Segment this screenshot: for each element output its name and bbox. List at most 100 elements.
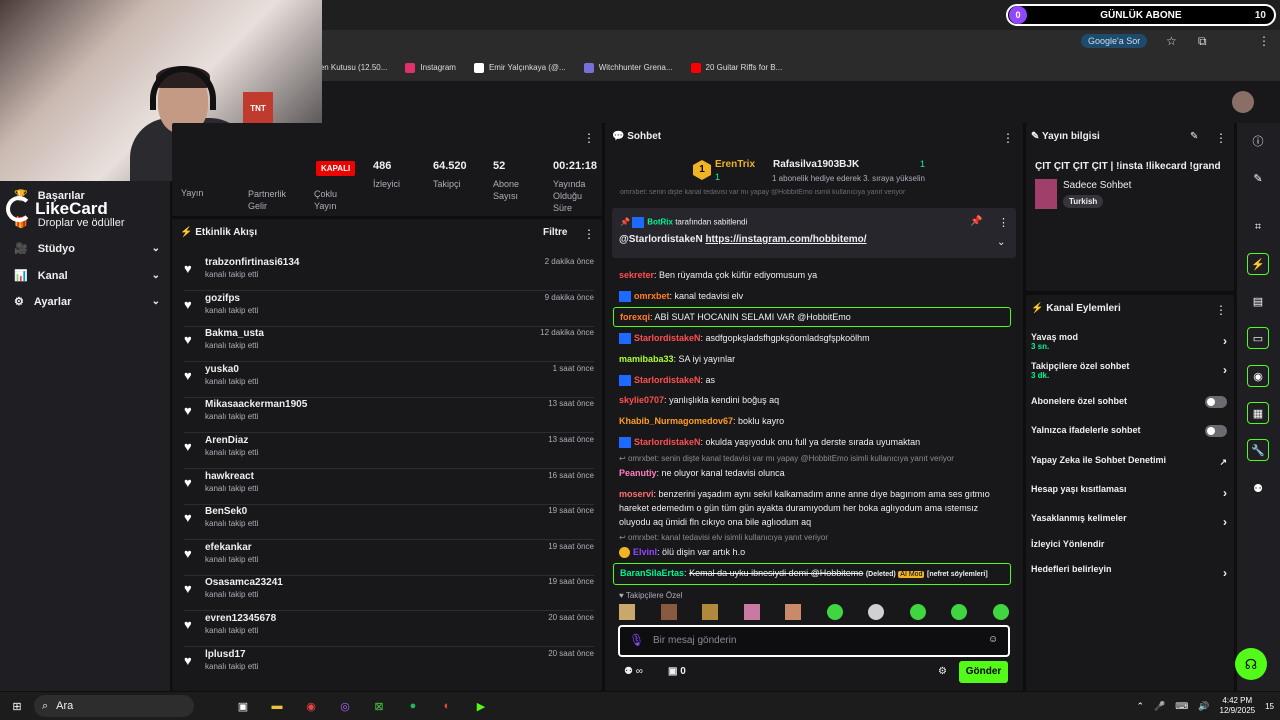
action-account-age[interactable]: Hesap yaşı kısıtlaması › xyxy=(1031,484,1227,500)
menu-icon[interactable]: ⋮ xyxy=(1258,34,1270,48)
activity-item[interactable]: ♥ evren12345678 kanalı takip etti 20 saa… xyxy=(184,613,594,647)
points-icon[interactable]: ⚉ ∞ xyxy=(624,666,643,677)
chat-username[interactable]: sekreter xyxy=(619,270,654,280)
wrench-icon[interactable]: 🔧 xyxy=(1247,439,1269,461)
nav-studio[interactable]: 🎥 Stüdyo ⌄ xyxy=(14,242,160,256)
app-icon[interactable]: ⊠ xyxy=(368,697,390,715)
chat-username[interactable]: skylie0707 xyxy=(619,395,664,405)
bookmark-witchhunter[interactable]: Witchhunter Grena... xyxy=(583,62,673,73)
doc-icon[interactable]: ▤ xyxy=(1247,290,1269,312)
emote-icon[interactable] xyxy=(660,604,677,620)
network-icon[interactable]: ⌨ xyxy=(1175,701,1188,712)
app-icon[interactable]: ◐ xyxy=(436,697,458,715)
pinned-link[interactable]: https://instagram.com/hobbitemo/ xyxy=(705,234,866,245)
action-subs-only[interactable]: Abonelere özel sohbet xyxy=(1031,396,1227,408)
emote-icon[interactable] xyxy=(826,604,843,620)
chat-username[interactable]: forexqi xyxy=(620,312,650,322)
file-explorer-icon[interactable]: ▬ xyxy=(266,697,288,715)
nav-settings[interactable]: ⚙ Ayarlar ⌄ xyxy=(14,295,160,309)
info-menu-icon[interactable]: ⋮ xyxy=(1215,131,1227,145)
people-icon[interactable]: ⚉ xyxy=(1247,477,1269,499)
pencil-icon[interactable]: ✎ xyxy=(1247,167,1269,189)
chat-username[interactable]: Khabib_Nurmagomedov67 xyxy=(619,416,733,426)
chat-username[interactable]: mamibaba33 xyxy=(619,354,674,364)
notification-count[interactable]: 15 xyxy=(1265,702,1274,711)
action-ai-moderation[interactable]: Yapay Zeka ile Sohbet Denetimi ↗ xyxy=(1031,455,1227,467)
pin-icon[interactable]: 📌 xyxy=(970,216,982,227)
bookmark-x[interactable]: Emir Yalçınkaya (@... xyxy=(473,62,566,73)
emote-icon[interactable] xyxy=(909,604,926,620)
activity-user[interactable]: trabzonfirtinasi6134 xyxy=(205,257,299,268)
actions-menu-icon[interactable]: ⋮ xyxy=(1215,303,1227,317)
emote-icon[interactable] xyxy=(743,604,760,620)
activity-item[interactable]: ♥ lplusd17 kanalı takip etti 20 saat önc… xyxy=(184,649,594,679)
action-raid[interactable]: İzleyici Yönlendir xyxy=(1031,539,1227,549)
gifter-name[interactable]: Rafasilva1903BJK xyxy=(773,159,859,170)
activity-item[interactable]: ♥ Osasamca23241 kanalı takip etti 19 saa… xyxy=(184,577,594,612)
emoji-icon[interactable]: ☺ xyxy=(988,634,998,645)
chat-username[interactable]: Peanutiy xyxy=(619,468,657,478)
chat-menu-icon[interactable]: ⋮ xyxy=(1002,131,1014,145)
windows-start-icon[interactable]: ⊞ xyxy=(6,697,28,715)
star-icon[interactable]: ☆ xyxy=(1166,34,1177,48)
support-button[interactable]: ☊ xyxy=(1235,648,1267,680)
action-goals[interactable]: Hedefleri belirleyin › xyxy=(1031,564,1227,580)
activity-item[interactable]: ♥ ArenDiaz kanalı takip etti 13 saat önc… xyxy=(184,435,594,469)
action-followers-only[interactable]: Takipçilere özel sohbet 3 dk. › xyxy=(1031,361,1227,380)
activity-user[interactable]: Bakma_usta xyxy=(205,328,264,339)
activity-user[interactable]: lplusd17 xyxy=(205,649,246,660)
bookmark-instagram[interactable]: Instagram xyxy=(405,62,456,73)
extensions-icon[interactable]: ⧉ xyxy=(1198,34,1207,49)
activity-item[interactable]: ♥ trabzonfirtinasi6134 kanalı takip etti… xyxy=(184,257,594,291)
chat-username[interactable]: StarlordistakeN xyxy=(634,333,701,343)
emote-icon[interactable] xyxy=(785,604,802,620)
chat-username[interactable]: BaranSilaErtas xyxy=(620,568,684,578)
action-emote-only[interactable]: Yalnızca ifadelerle sohbet xyxy=(1031,425,1227,437)
emote-icon[interactable] xyxy=(868,604,885,620)
activity-user[interactable]: gozifps xyxy=(205,293,240,304)
google-ask-button[interactable]: Google'a Sor xyxy=(1081,34,1148,48)
activity-user[interactable]: Osasamca23241 xyxy=(205,577,283,588)
activity-item[interactable]: ♥ gozifps kanalı takip etti 9 dakika önc… xyxy=(184,293,594,327)
chevron-down-icon[interactable]: ⌄ xyxy=(997,237,1005,248)
activity-menu-icon[interactable]: ⋮ xyxy=(583,227,595,241)
kick-icon[interactable]: ▶ xyxy=(470,697,492,715)
emote-icon[interactable] xyxy=(702,604,719,620)
bookmark-1[interactable]: len Kutusu (12.50... xyxy=(318,63,387,72)
activity-user[interactable]: efekankar xyxy=(205,542,252,553)
chat-settings-icon[interactable]: ⚙ xyxy=(938,666,947,677)
layout-icon[interactable]: ▦ xyxy=(1247,402,1269,424)
activity-user[interactable]: Mikasaackerman1905 xyxy=(205,399,307,410)
chrome-icon[interactable]: ◉ xyxy=(300,697,322,715)
activity-filter-button[interactable]: Filtre xyxy=(543,227,567,238)
mic-icon[interactable]: 🎙 xyxy=(629,633,644,647)
category-name[interactable]: Sadece Sohbet xyxy=(1063,180,1131,191)
chat-username[interactable]: StarlordistakeN xyxy=(634,375,701,385)
chat-icon[interactable]: ▭ xyxy=(1247,327,1269,349)
activity-user[interactable]: hawkreact xyxy=(205,471,254,482)
info-icon[interactable]: ⓘ xyxy=(1247,130,1269,152)
bookmark-youtube[interactable]: 20 Guitar Riffs for B... xyxy=(690,62,782,73)
activity-user[interactable]: evren12345678 xyxy=(205,613,276,624)
chat-username[interactable]: moservi xyxy=(619,489,654,499)
chat-input-placeholder[interactable]: Bir mesaj gönderin xyxy=(653,635,736,646)
send-button[interactable]: Gönder xyxy=(959,661,1008,683)
volume-icon[interactable]: 🔊 xyxy=(1198,701,1209,712)
emote-icon[interactable] xyxy=(951,604,968,620)
emote-icon[interactable] xyxy=(619,604,635,620)
activity-item[interactable]: ♥ efekankar kanalı takip etti 19 saat ön… xyxy=(184,542,594,576)
chevron-up-icon[interactable]: ⌃ xyxy=(1137,701,1145,712)
action-banned-words[interactable]: Yasaklanmış kelimeler › xyxy=(1031,513,1227,529)
mic-icon[interactable]: 🎤 xyxy=(1154,701,1165,712)
stats-menu-icon[interactable]: ⋮ xyxy=(583,131,595,145)
activity-item[interactable]: ♥ Mikasaackerman1905 kanalı takip etti 1… xyxy=(184,399,594,434)
activity-item[interactable]: ♥ yuska0 kanalı takip etti 1 saat önce xyxy=(184,364,594,398)
activity-user[interactable]: BenSek0 xyxy=(205,506,247,517)
activity-item[interactable]: ♥ hawkreact kanalı takip etti 16 saat ön… xyxy=(184,471,594,505)
broadcast-icon[interactable]: ◉ xyxy=(1247,365,1269,387)
emote-only-toggle[interactable] xyxy=(1205,425,1227,437)
activity-item[interactable]: ♥ Bakma_usta kanalı takip etti 12 dakika… xyxy=(184,328,594,363)
chat-username[interactable]: Elvinl xyxy=(633,547,657,557)
avatar[interactable] xyxy=(1232,91,1254,113)
chat-username[interactable]: StarlordistakeN xyxy=(634,437,701,447)
